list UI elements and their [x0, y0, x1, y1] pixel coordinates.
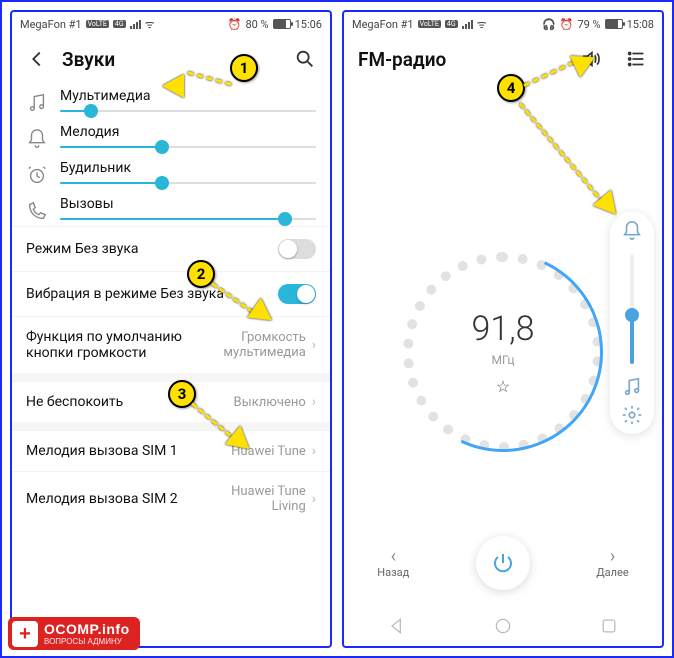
carrier-label: MegaFon #1: [352, 18, 414, 31]
music-note-icon[interactable]: [621, 376, 643, 398]
slider-alarm: Будильник: [12, 154, 330, 190]
volume-panel: [610, 212, 654, 434]
watermark-title: OCOMP.info: [44, 621, 130, 637]
slider-track[interactable]: [60, 182, 316, 184]
slider-calls: Вызовы: [12, 190, 330, 226]
row-label: Мелодия вызова SIM 1: [26, 443, 231, 459]
slider-label: Мультимедиа: [60, 88, 316, 104]
annotation-arrowhead: [162, 74, 184, 98]
phone-icon: [26, 200, 48, 222]
nav-recent-icon[interactable]: [599, 616, 619, 636]
row-ringtone-sim1[interactable]: Мелодия вызова SIM 1 Huawei Tune ›: [12, 430, 330, 471]
page-title: Звуки: [62, 48, 115, 71]
slider-ringtone: Мелодия: [12, 118, 330, 154]
headphones-icon: 🎧: [542, 18, 556, 31]
alarm-icon: ⏰: [560, 18, 574, 31]
next-label: Далее: [596, 566, 628, 579]
volte-badge: VoLTE: [86, 20, 109, 28]
toggle-silent[interactable]: [278, 239, 316, 259]
frequency-unit: МГц: [491, 353, 514, 367]
bell-icon: [26, 128, 48, 150]
annotation-badge-1: 1: [230, 54, 258, 82]
row-silent-mode[interactable]: Режим Без звука: [12, 226, 330, 271]
chevron-right-icon: ›: [596, 548, 628, 566]
lte-badge: 4G: [113, 20, 126, 28]
row-ringtone-sim2[interactable]: Мелодия вызова SIM 2 Huawei Tune Living …: [12, 471, 330, 526]
row-label: Режим Без звука: [26, 241, 278, 257]
slider-track[interactable]: [60, 110, 316, 112]
status-bar: MegaFon #1 VoLTE 4G ᯤ 🎧 ⏰ 79 % 15:08: [344, 12, 662, 36]
row-label: Не беспокоить: [26, 394, 234, 410]
chevron-right-icon: ›: [312, 443, 316, 459]
signal-icon: [130, 19, 141, 29]
volume-slider[interactable]: [630, 254, 634, 364]
row-vibrate-silent[interactable]: Вибрация в режиме Без звука: [12, 271, 330, 316]
bell-icon[interactable]: [621, 220, 643, 242]
battery-pct: 80 %: [245, 18, 268, 31]
alarm-icon: ⏰: [228, 18, 242, 31]
volte-badge: VoLTE: [418, 20, 441, 28]
wifi-icon: ᯤ: [145, 17, 155, 32]
alarm-clock-icon: [26, 164, 48, 186]
phone-fm-radio: MegaFon #1 VoLTE 4G ᯤ 🎧 ⏰ 79 % 15:08 FM-…: [342, 10, 664, 648]
watermark-subtitle: ВОПРОСЫ АДМИНУ: [44, 637, 130, 646]
watermark: + OCOMP.info ВОПРОСЫ АДМИНУ: [8, 617, 140, 650]
row-value: Громкость мультимедиа: [196, 330, 306, 360]
back-icon[interactable]: [26, 48, 48, 70]
power-button[interactable]: [476, 536, 530, 590]
favorite-star-icon[interactable]: ☆: [496, 377, 510, 396]
fm-body: 91,8 МГц ☆: [344, 82, 662, 646]
row-value: Выключено: [234, 395, 306, 410]
section-divider: [12, 422, 330, 430]
battery-icon: [605, 19, 623, 29]
next-button[interactable]: › Далее: [596, 548, 628, 579]
slider-label: Будильник: [60, 160, 316, 176]
android-nav-bar: [344, 606, 662, 646]
nav-back-icon[interactable]: [387, 616, 407, 636]
slider-track[interactable]: [60, 146, 316, 148]
row-value: Huawei Tune Living: [196, 484, 306, 514]
row-volume-key-default[interactable]: Функция по умолчанию кнопки громкости Гр…: [12, 316, 330, 373]
status-bar: MegaFon #1 VoLTE 4G ᯤ ⏰ 80 % 15:06: [12, 12, 330, 36]
frequency-value: 91,8: [471, 309, 534, 349]
slider-track[interactable]: [60, 218, 316, 220]
prev-button[interactable]: ‹ Назад: [377, 548, 409, 579]
plus-icon: +: [12, 621, 38, 647]
battery-icon: [273, 19, 291, 29]
wifi-icon: ᯤ: [477, 17, 487, 32]
section-divider: [12, 373, 330, 381]
lte-badge: 4G: [445, 20, 458, 28]
chevron-right-icon: ›: [312, 337, 316, 353]
slider-label: Мелодия: [60, 124, 316, 140]
chevron-right-icon: ›: [312, 491, 316, 507]
search-icon[interactable]: [294, 48, 316, 70]
chevron-right-icon: ›: [312, 394, 316, 410]
toggle-vibrate[interactable]: [278, 284, 316, 304]
gear-icon[interactable]: [621, 404, 643, 426]
prev-label: Назад: [377, 566, 409, 579]
menu-icon[interactable]: [626, 48, 648, 70]
tuning-dial[interactable]: 91,8 МГц ☆: [403, 252, 603, 452]
clock: 15:08: [627, 18, 654, 31]
row-label: Функция по умолчанию кнопки громкости: [26, 329, 196, 361]
signal-icon: [462, 19, 473, 29]
phone-sound-settings: MegaFon #1 VoLTE 4G ᯤ ⏰ 80 % 15:06 Звуки: [10, 10, 332, 648]
battery-pct: 79 %: [577, 18, 600, 31]
page-title: FM-радио: [358, 48, 446, 71]
music-note-icon: [26, 92, 48, 114]
nav-home-icon[interactable]: [493, 616, 513, 636]
annotation-badge-4: 4: [497, 74, 525, 102]
slider-label: Вызовы: [60, 196, 316, 212]
carrier-label: MegaFon #1: [20, 18, 82, 31]
chevron-left-icon: ‹: [377, 548, 409, 566]
row-label: Вибрация в режиме Без звука: [26, 286, 278, 302]
fm-controls: ‹ Назад › Далее: [344, 536, 662, 590]
clock: 15:06: [295, 18, 322, 31]
row-label: Мелодия вызова SIM 2: [26, 491, 196, 507]
